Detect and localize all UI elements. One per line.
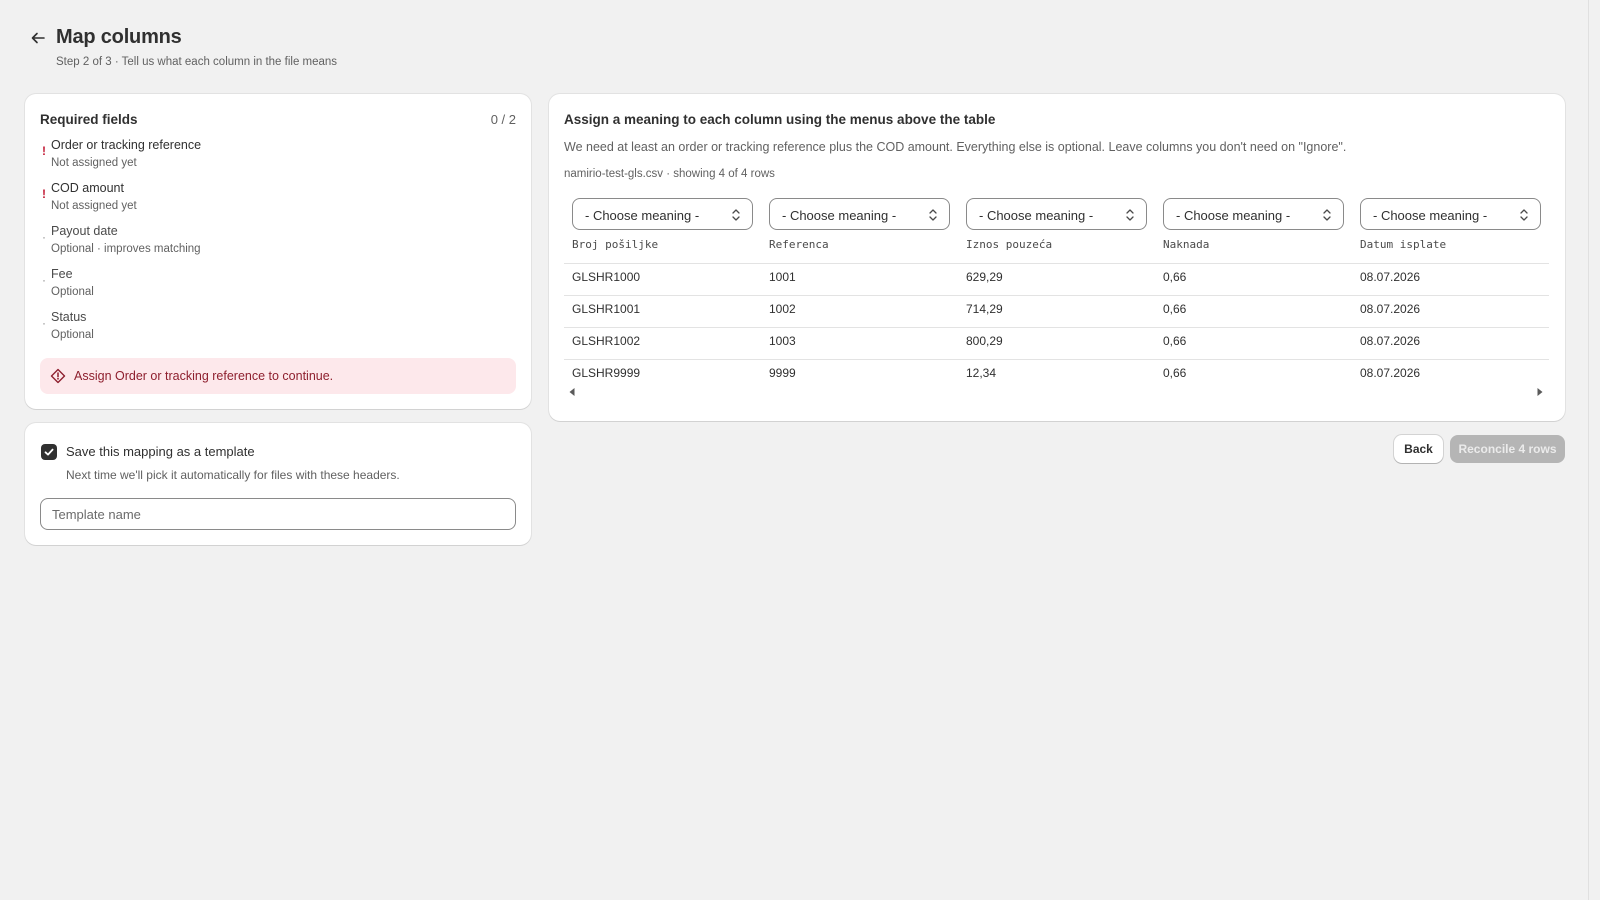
alert-diamond-icon <box>50 368 66 384</box>
column-mapping-card: Assign a meaning to each column using th… <box>549 94 1565 421</box>
meaning-select-broj-posiljke[interactable]: - Choose meaning - <box>572 198 753 230</box>
field-status: Not assigned yet <box>51 157 137 169</box>
optional-mark-icon: · <box>42 316 46 330</box>
scroll-left-icon[interactable] <box>567 384 577 396</box>
field-status: Optional <box>51 329 94 341</box>
alert-message: Assign Order or tracking reference to co… <box>74 369 334 383</box>
meaning-select-naknada[interactable]: - Choose meaning - <box>1163 198 1344 230</box>
optional-mark-icon: · <box>42 230 46 244</box>
field-order-reference: ! Order or tracking reference Not assign… <box>40 138 510 178</box>
table-cell: GLSHR9999 <box>572 366 641 380</box>
page-title: Map columns <box>56 26 182 48</box>
field-name: Status <box>51 310 87 324</box>
field-status-item: · Status Optional <box>40 310 510 350</box>
page-subtitle: Step 2 of 3 · Tell us what each column i… <box>56 56 338 68</box>
back-button[interactable]: Back <box>1394 435 1443 463</box>
file-info: namirio-test-gls.csv · showing 4 of 4 ro… <box>564 168 775 180</box>
table-cell: 714,29 <box>966 302 1003 316</box>
window-edge <box>1588 0 1589 900</box>
required-fields-card: Required fields 0 / 2 ! Order or trackin… <box>25 94 531 409</box>
column-header: Iznos pouzeća <box>966 238 1053 251</box>
reconcile-button[interactable]: Reconcile 4 rows <box>1450 435 1565 463</box>
required-mark-icon: ! <box>42 187 46 201</box>
save-template-help: Next time we'll pick it automatically fo… <box>66 468 400 482</box>
select-arrows-icon <box>1321 208 1333 222</box>
required-fields-title: Required fields <box>40 112 138 127</box>
field-name: COD amount <box>51 181 124 195</box>
scroll-right-icon[interactable] <box>1535 384 1545 396</box>
save-template-label[interactable]: Save this mapping as a template <box>66 444 255 459</box>
column-header: Referenca <box>769 238 829 251</box>
column-header: Broj pošiljke <box>572 238 659 251</box>
table-divider <box>564 327 1549 328</box>
column-header: Datum isplate <box>1360 238 1447 251</box>
table-divider <box>564 263 1549 264</box>
select-arrows-icon <box>927 208 939 222</box>
mapping-title: Assign a meaning to each column using th… <box>564 112 996 127</box>
table-cell: 08.07.2026 <box>1360 366 1421 380</box>
meaning-select-referenca[interactable]: - Choose meaning - <box>769 198 950 230</box>
checkmark-icon <box>44 448 54 456</box>
column-header: Naknada <box>1163 238 1210 251</box>
field-payout-date: · Payout date Optional · improves matchi… <box>40 224 510 264</box>
field-cod-amount: ! COD amount Not assigned yet <box>40 181 510 221</box>
field-name: Payout date <box>51 224 118 238</box>
field-fee: · Fee Optional <box>40 267 510 307</box>
select-arrows-icon <box>1518 208 1530 222</box>
table-cell: 629,29 <box>966 270 1003 284</box>
select-value: - Choose meaning - <box>979 208 1094 223</box>
template-card: Save this mapping as a template Next tim… <box>25 423 531 545</box>
meaning-select-datum-isplate[interactable]: - Choose meaning - <box>1360 198 1541 230</box>
select-value: - Choose meaning - <box>585 208 700 223</box>
critical-alert-banner: Assign Order or tracking reference to co… <box>40 358 516 394</box>
table-cell: 08.07.2026 <box>1360 302 1421 316</box>
select-arrows-icon <box>1124 208 1136 222</box>
meaning-select-iznos-pouzeca[interactable]: - Choose meaning - <box>966 198 1147 230</box>
table-cell: 12,34 <box>966 366 997 380</box>
table-divider <box>564 359 1549 360</box>
required-fields-count: 0 / 2 <box>490 112 516 127</box>
table-cell: GLSHR1001 <box>572 302 641 316</box>
table-cell: 08.07.2026 <box>1360 334 1421 348</box>
table-cell: 0,66 <box>1163 302 1187 316</box>
mapping-description: We need at least an order or tracking re… <box>564 140 1347 154</box>
required-mark-icon: ! <box>42 144 46 158</box>
table-cell: 1003 <box>769 334 796 348</box>
select-value: - Choose meaning - <box>1373 208 1488 223</box>
table-cell: 0,66 <box>1163 366 1187 380</box>
table-cell: 1002 <box>769 302 796 316</box>
table-cell: 0,66 <box>1163 334 1187 348</box>
table-cell: 08.07.2026 <box>1360 270 1421 284</box>
table-cell: GLSHR1002 <box>572 334 641 348</box>
field-status: Optional · improves matching <box>51 243 201 255</box>
table-cell: GLSHR1000 <box>572 270 641 284</box>
select-value: - Choose meaning - <box>782 208 897 223</box>
table-cell: 1001 <box>769 270 796 284</box>
table-cell: 800,29 <box>966 334 1003 348</box>
table-cell: 0,66 <box>1163 270 1187 284</box>
optional-mark-icon: · <box>42 273 46 287</box>
select-value: - Choose meaning - <box>1176 208 1291 223</box>
field-status: Optional <box>51 286 94 298</box>
template-name-input[interactable] <box>40 498 516 530</box>
field-name: Order or tracking reference <box>51 138 202 152</box>
field-name: Fee <box>51 267 73 281</box>
table-divider <box>564 295 1549 296</box>
table-cell: 9999 <box>769 366 796 380</box>
preview-table: - Choose meaning - Broj pošiljke GLSHR10… <box>564 198 1549 398</box>
save-template-checkbox[interactable] <box>41 444 57 460</box>
field-status: Not assigned yet <box>51 200 137 212</box>
select-arrows-icon <box>730 208 742 222</box>
back-arrow-icon[interactable] <box>28 28 48 48</box>
